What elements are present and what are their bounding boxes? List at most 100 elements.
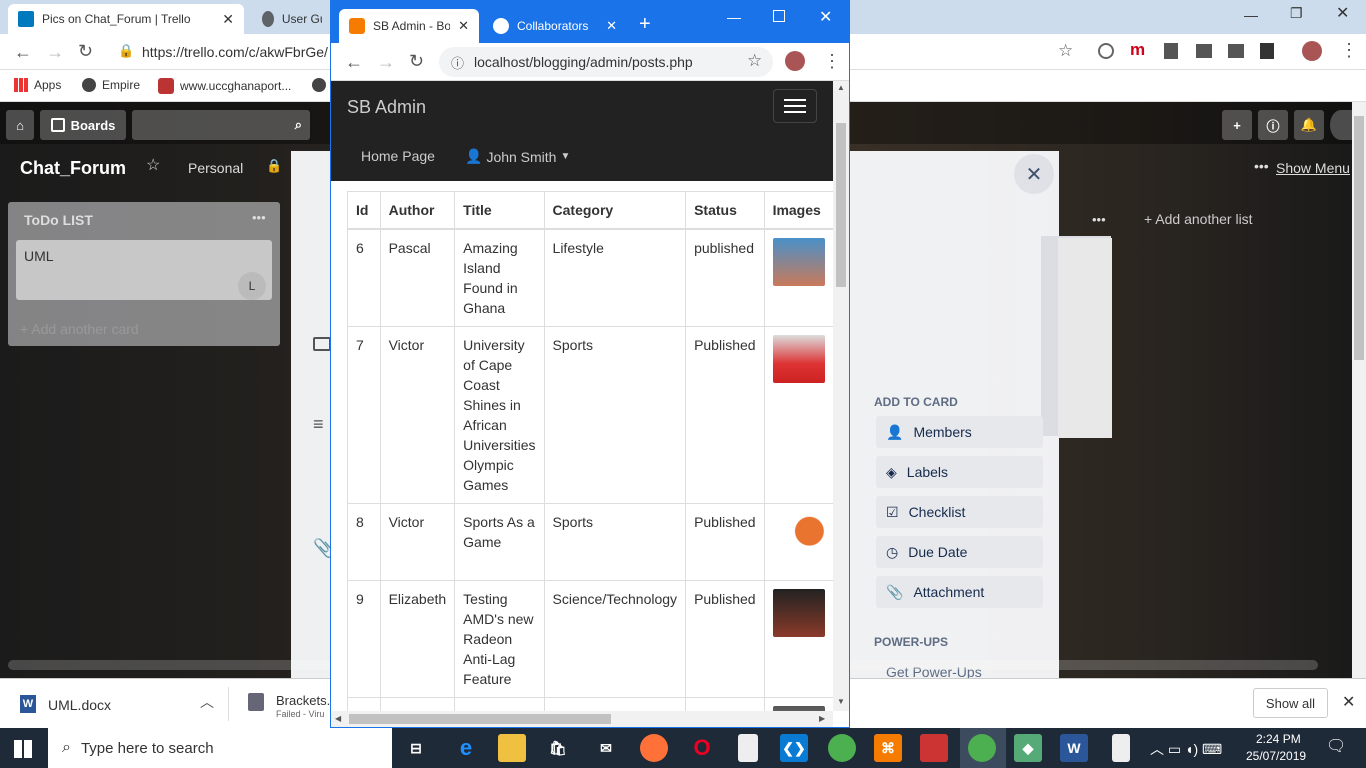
show-menu-link[interactable]: Show Menu xyxy=(1276,160,1350,176)
list-title[interactable]: ToDo LIST xyxy=(24,212,93,228)
add-card-link[interactable]: + Add another card xyxy=(20,321,139,337)
close-modal-button[interactable]: ✕ xyxy=(1014,154,1054,194)
firefox-icon[interactable] xyxy=(640,734,668,762)
document-icon[interactable] xyxy=(738,734,758,762)
new-tab-icon[interactable]: + xyxy=(639,13,651,36)
brand[interactable]: SB Admin xyxy=(347,97,426,118)
restore-icon[interactable]: ❐ xyxy=(1290,6,1303,20)
nav-home-link[interactable]: Home Page xyxy=(361,148,435,164)
store-icon[interactable]: 🛍 xyxy=(544,734,572,762)
maximize-icon[interactable] xyxy=(773,10,785,22)
post-thumbnail[interactable] xyxy=(772,512,825,560)
close-icon[interactable]: ✕ xyxy=(1342,695,1355,711)
vertical-scrollbar[interactable]: ▲ ▼ xyxy=(833,81,849,711)
mail-icon[interactable]: ✉ xyxy=(592,734,620,762)
members-button[interactable]: 👤 Members xyxy=(876,416,1043,448)
chrome-icon[interactable] xyxy=(828,734,856,762)
user-dropdown[interactable]: 👤 John Smith ▼ xyxy=(465,148,570,165)
minimize-icon[interactable]: — xyxy=(1244,8,1258,22)
info-button[interactable]: ⓘ xyxy=(1258,110,1288,140)
word-icon[interactable]: W xyxy=(1060,734,1088,762)
close-icon[interactable]: ✕ xyxy=(458,18,469,34)
windows-start-icon[interactable] xyxy=(14,740,32,758)
scroll-left-arrow-icon[interactable]: ◀ xyxy=(335,714,341,723)
address-bar[interactable]: ⓘ localhost/blogging/admin/posts.php xyxy=(439,47,773,77)
bookmark-empire[interactable]: Empire xyxy=(82,78,140,92)
scrollbar-thumb[interactable] xyxy=(349,714,611,724)
show-all-button[interactable]: Show all xyxy=(1253,688,1328,718)
scrollbar-thumb[interactable] xyxy=(1354,116,1364,360)
add-list-link[interactable]: + Add another list xyxy=(1144,211,1253,227)
page-vertical-scrollbar[interactable] xyxy=(1352,102,1366,678)
chrome-icon[interactable] xyxy=(968,734,996,762)
file-explorer-icon[interactable] xyxy=(498,734,526,762)
scroll-down-arrow-icon[interactable]: ▼ xyxy=(837,697,845,706)
menu-icon[interactable]: ⋮ xyxy=(823,51,841,72)
git-icon[interactable]: ◆ xyxy=(1014,734,1042,762)
add-button[interactable]: + xyxy=(1222,110,1252,140)
skype-icon[interactable] xyxy=(1098,43,1114,59)
post-thumbnail[interactable] xyxy=(772,335,825,383)
download-item-name[interactable]: UML.docx xyxy=(48,697,111,713)
reload-icon[interactable]: ↻ xyxy=(409,51,424,72)
avatar[interactable] xyxy=(785,51,805,71)
chevron-up-icon[interactable]: ︿ xyxy=(200,695,214,709)
opera-icon[interactable]: O xyxy=(688,734,716,762)
post-thumbnail[interactable] xyxy=(772,589,825,637)
vscode-icon[interactable]: ❮❯ xyxy=(780,734,808,762)
close-window-icon[interactable]: ✕ xyxy=(1336,6,1349,22)
notification-icon[interactable]: 🗨 xyxy=(1326,739,1346,755)
reload-icon[interactable]: ↻ xyxy=(78,42,93,60)
app-icon[interactable] xyxy=(920,734,948,762)
xampp-icon[interactable]: ⌘ xyxy=(874,734,902,762)
star-icon[interactable]: ☆ xyxy=(1058,42,1073,59)
labels-button[interactable]: ◈ Labels xyxy=(876,456,1043,488)
list-card[interactable]: UML L xyxy=(16,240,272,300)
avatar[interactable] xyxy=(1302,41,1322,61)
tab-trello[interactable]: Pics on Chat_Forum | Trello ✕ xyxy=(8,4,244,34)
bookmark-ucc[interactable]: www.uccghanaport... xyxy=(158,78,291,94)
board-visibility[interactable]: Personal xyxy=(188,160,243,176)
extension-icon[interactable] xyxy=(1260,43,1274,59)
more-icon[interactable]: ••• xyxy=(1254,158,1269,174)
forward-arrow-icon[interactable]: → xyxy=(377,52,395,73)
mendeley-icon[interactable]: m xyxy=(1130,41,1145,58)
minimize-icon[interactable]: — xyxy=(727,9,741,25)
avatar[interactable] xyxy=(1330,110,1352,140)
due-date-button[interactable]: ◷ Due Date xyxy=(876,536,1043,568)
close-icon[interactable]: ✕ xyxy=(606,18,617,34)
scrollbar-thumb[interactable] xyxy=(836,123,846,287)
home-button[interactable]: ⌂ xyxy=(6,110,34,140)
clock-date[interactable]: 25/07/2019 xyxy=(1246,749,1306,763)
taskbar-search-input[interactable]: ⌕ Type here to search xyxy=(48,728,392,768)
edge-icon[interactable]: e xyxy=(452,734,480,762)
extension-icon[interactable] xyxy=(1196,44,1212,58)
menu-icon[interactable]: ⋮ xyxy=(1340,41,1358,59)
document-icon[interactable] xyxy=(1112,734,1130,762)
checklist-button[interactable]: ☑ Checklist xyxy=(876,496,1043,528)
close-icon[interactable]: ✕ xyxy=(222,12,234,26)
search-input[interactable]: ⌕ xyxy=(132,110,310,140)
scroll-right-arrow-icon[interactable]: ▶ xyxy=(819,714,825,723)
post-thumbnail[interactable] xyxy=(772,238,825,286)
address-bar[interactable]: https://trello.com/c/akwFbrGe/ xyxy=(142,44,328,60)
scroll-up-arrow-icon[interactable]: ▲ xyxy=(837,83,845,92)
tray-icons[interactable]: ︿ ▭ ◖) ⌨ xyxy=(1150,739,1222,759)
tab-sb-admin[interactable]: SB Admin - Bo ✕ xyxy=(339,9,479,43)
horizontal-scrollbar[interactable]: ◀ ▶ xyxy=(331,711,833,727)
back-arrow-icon[interactable]: ← xyxy=(14,43,32,61)
globe-icon[interactable] xyxy=(312,78,326,92)
tab-user-guide[interactable]: User Guid xyxy=(252,4,332,34)
back-arrow-icon[interactable]: ← xyxy=(345,52,363,73)
forward-arrow-icon[interactable]: → xyxy=(46,43,64,61)
list-menu-icon[interactable]: ••• xyxy=(252,210,266,225)
navbar-toggle-button[interactable] xyxy=(773,89,817,123)
attachment-button[interactable]: 📎 Attachment xyxy=(876,576,1043,608)
star-icon[interactable]: ☆ xyxy=(146,158,160,174)
task-view-icon[interactable]: ⊟ xyxy=(402,734,430,762)
bookmark-apps[interactable]: Apps xyxy=(14,78,61,92)
clock-time[interactable]: 2:24 PM xyxy=(1256,732,1301,746)
list-menu-icon[interactable]: ••• xyxy=(1092,212,1106,227)
notifications-button[interactable]: 🔔 xyxy=(1294,110,1324,140)
star-icon[interactable]: ☆ xyxy=(747,51,762,71)
